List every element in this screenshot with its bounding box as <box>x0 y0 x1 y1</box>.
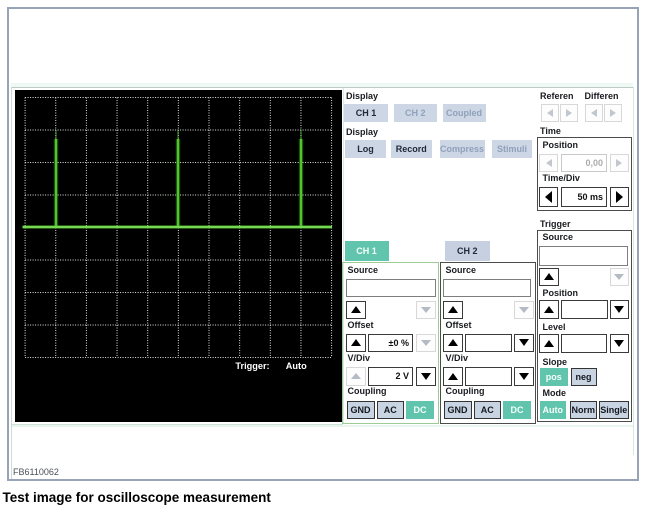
svg-text:Trigger:: Trigger: <box>235 361 269 371</box>
svg-text:Auto: Auto <box>285 361 306 371</box>
